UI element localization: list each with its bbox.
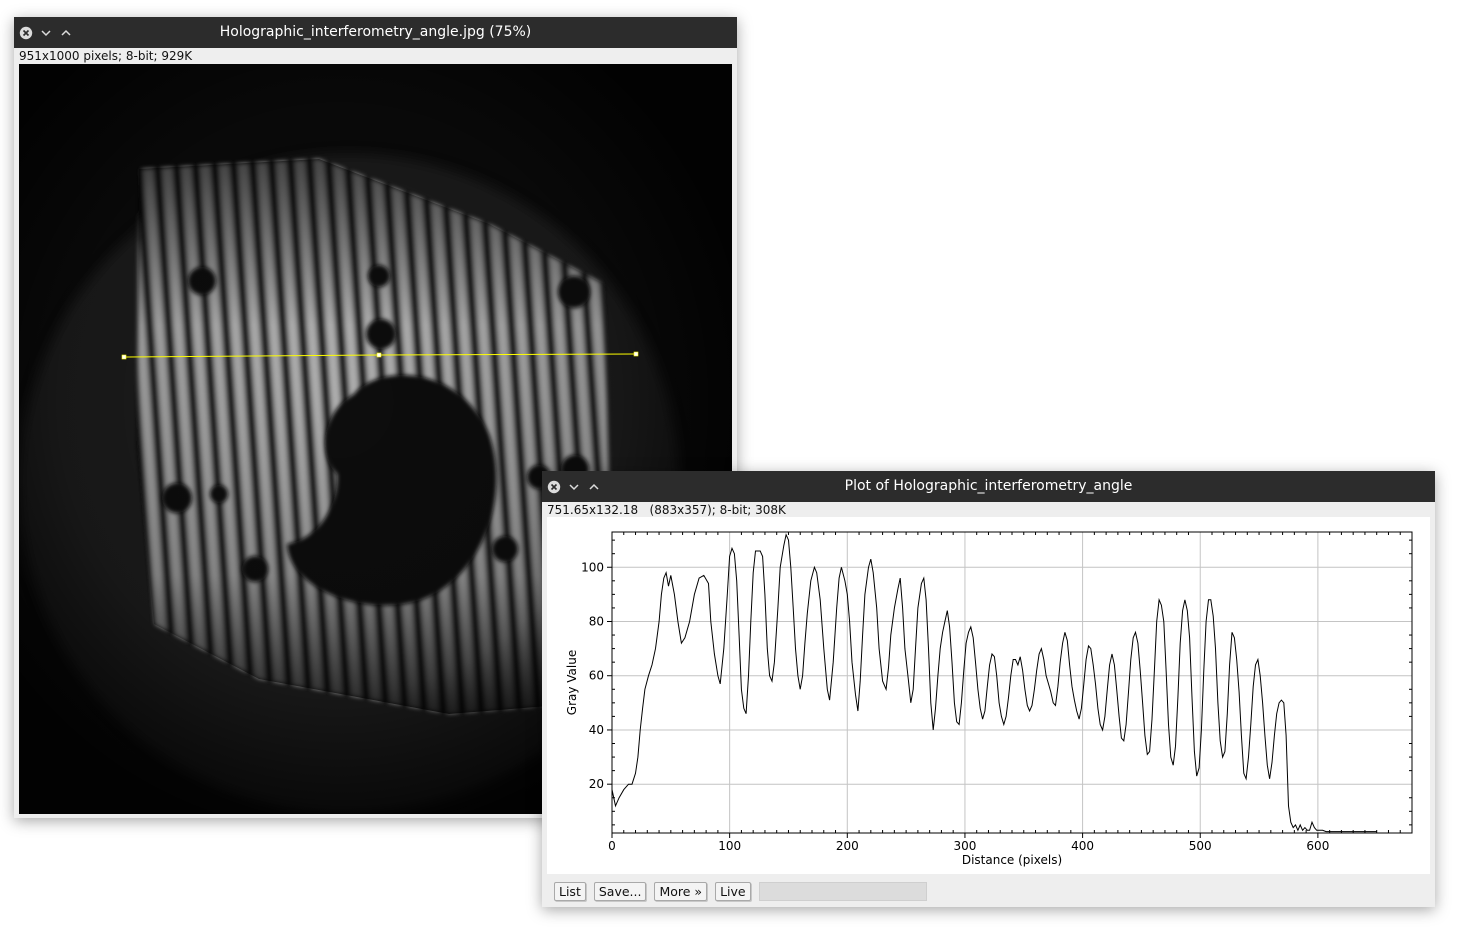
plot-window-titlebar[interactable]: Plot of Holographic_interferometry_angle	[542, 471, 1435, 502]
x-tick-label: 600	[1306, 839, 1329, 853]
image-info: 951x1000 pixels; 8-bit; 929K	[19, 49, 193, 63]
y-tick-label: 20	[589, 777, 604, 791]
x-tick-label: 100	[718, 839, 741, 853]
series-line	[611, 533, 1377, 833]
maximize-icon[interactable]	[586, 479, 602, 495]
close-icon[interactable]	[546, 479, 562, 495]
chart-ticks: 0 100 200 300 400 500 600 20 40 60 80 100	[581, 532, 1412, 853]
x-tick-label: 200	[836, 839, 859, 853]
minimize-icon[interactable]	[38, 25, 54, 41]
chart-grid	[612, 532, 1412, 833]
plot-window: Plot of Holographic_interferometry_angle…	[542, 471, 1435, 907]
list-button[interactable]: List	[554, 881, 586, 901]
y-tick-label: 60	[589, 669, 604, 683]
status-field	[758, 881, 927, 901]
window-controls	[18, 17, 74, 48]
y-tick-label: 80	[589, 614, 604, 628]
image-window-title: Holographic_interferometry_angle.jpg (75…	[219, 24, 532, 40]
plot-info: 751.65x132.18 (883x357); 8-bit; 308K	[547, 503, 786, 517]
x-tick-label: 0	[608, 839, 616, 853]
x-tick-label: 500	[1189, 839, 1212, 853]
x-axis-label: Distance (pixels)	[962, 853, 1062, 867]
profile-chart: 0 100 200 300 400 500 600 20 40 60 80 100 Distance …	[565, 531, 1413, 867]
plot-frame	[611, 531, 1413, 834]
more-button[interactable]: More »	[654, 881, 708, 901]
image-window-titlebar[interactable]: Holographic_interferometry_angle.jpg (75…	[14, 17, 737, 48]
x-tick-label: 300	[953, 839, 976, 853]
close-icon[interactable]	[18, 25, 34, 41]
plot-button-bar: List Save... More » Live	[554, 881, 927, 901]
plot-window-title: Plot of Holographic_interferometry_angle	[844, 478, 1133, 494]
y-tick-label: 40	[589, 723, 604, 737]
x-tick-label: 400	[1071, 839, 1094, 853]
y-axis-label: Gray Value	[565, 650, 579, 715]
minimize-icon[interactable]	[566, 479, 582, 495]
y-tick-label: 100	[581, 560, 604, 574]
maximize-icon[interactable]	[58, 25, 74, 41]
save-button[interactable]: Save...	[593, 881, 647, 901]
window-controls	[546, 471, 602, 502]
plot-area[interactable]: 0 100 200 300 400 500 600 20 40 60 80 100 Distance …	[547, 517, 1430, 874]
live-button[interactable]: Live	[715, 881, 751, 901]
